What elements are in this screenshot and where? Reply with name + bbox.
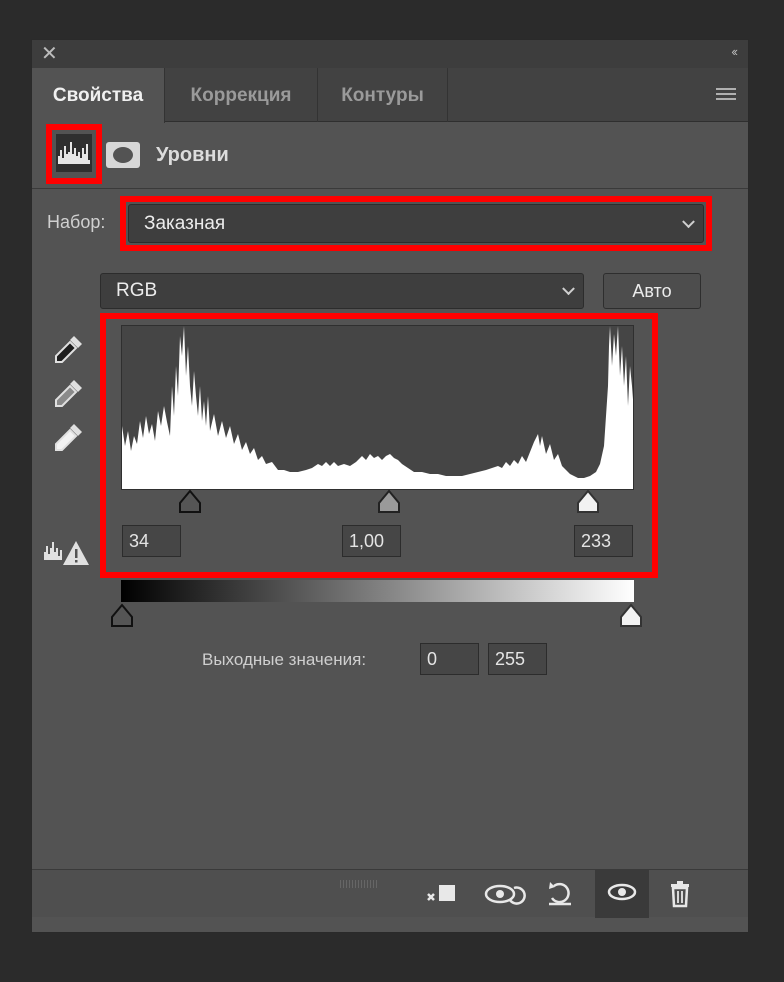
visibility-icon[interactable]	[595, 870, 649, 918]
clipping-warning-icon[interactable]	[42, 538, 90, 566]
channel-select[interactable]: RGB	[100, 273, 584, 309]
tab-properties[interactable]: Свойства	[32, 68, 165, 123]
mask-icon[interactable]	[106, 142, 140, 168]
panel-titlebar: ✕ ‹‹	[32, 40, 748, 68]
tab-bar: Свойства Коррекция Контуры	[32, 68, 748, 123]
channel-value: RGB	[116, 280, 158, 301]
view-previous-state-icon[interactable]	[482, 870, 528, 918]
output-gradient	[121, 580, 634, 602]
gray-point-eyedropper-icon[interactable]	[50, 376, 86, 410]
input-white-field[interactable]: 233	[574, 525, 633, 557]
histogram	[121, 325, 634, 490]
preset-label: Набор:	[47, 212, 106, 232]
white-point-eyedropper-icon[interactable]	[50, 420, 86, 454]
gamma-input-slider-handle[interactable]	[375, 489, 403, 515]
auto-button[interactable]: Авто	[603, 273, 701, 309]
output-white-field[interactable]: 255	[488, 643, 547, 675]
output-levels-label: Выходные значения:	[202, 650, 367, 669]
tab-paths[interactable]: Контуры	[318, 68, 448, 122]
white-input-slider-handle[interactable]	[574, 489, 602, 515]
chevron-down-icon	[682, 214, 695, 228]
preset-value: Заказная	[144, 212, 226, 234]
chevron-down-icon	[562, 282, 575, 296]
close-icon[interactable]: ✕	[41, 43, 58, 65]
output-black-field[interactable]: 0	[420, 643, 479, 675]
preset-select[interactable]: Заказная	[128, 204, 704, 243]
clip-to-layer-icon[interactable]	[424, 870, 464, 918]
tab-adjustments[interactable]: Коррекция	[165, 68, 318, 122]
panel-footer	[32, 869, 748, 918]
histogram-graph	[122, 326, 633, 489]
white-output-slider-handle[interactable]	[617, 603, 645, 629]
input-gamma-field[interactable]: 1,00	[342, 525, 401, 557]
resize-grip[interactable]	[340, 880, 378, 888]
black-input-slider-handle[interactable]	[176, 489, 204, 515]
black-point-eyedropper-icon[interactable]	[50, 332, 86, 366]
collapse-icon[interactable]: ‹‹	[731, 44, 738, 59]
adjustment-title: Уровни	[156, 144, 229, 166]
levels-histogram-icon[interactable]	[56, 134, 92, 172]
reset-icon[interactable]	[540, 870, 580, 918]
trash-icon[interactable]	[660, 870, 700, 918]
black-output-slider-handle[interactable]	[108, 603, 136, 629]
panel-menu-icon[interactable]	[716, 88, 736, 102]
input-black-field[interactable]: 34	[122, 525, 181, 557]
